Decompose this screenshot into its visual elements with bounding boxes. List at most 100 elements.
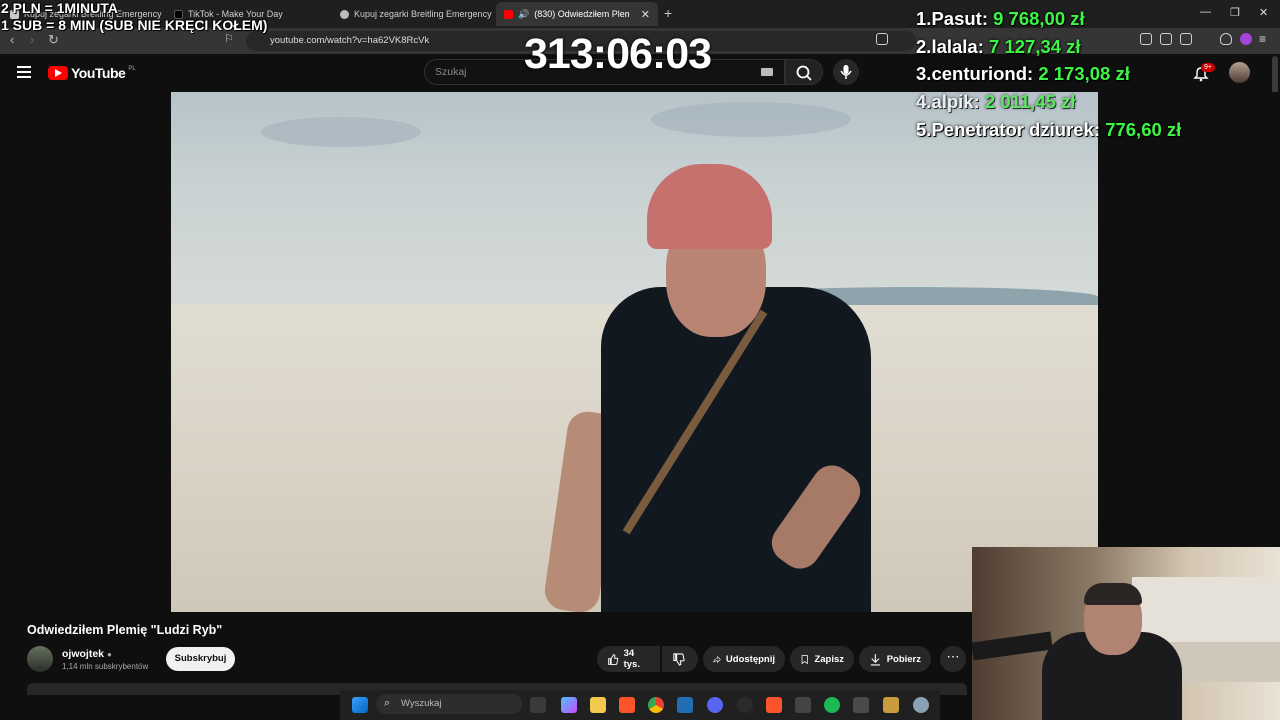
tab-breitling-2[interactable]: Kupuj zegarki Breitling Emergency II — [332, 4, 492, 24]
keyboard-icon[interactable] — [761, 68, 773, 76]
video-title: Odwiedziłem Plemię "Ludzi Ryb" — [27, 623, 223, 637]
right-sidebar-area — [1098, 92, 1280, 547]
webcam-streamer-hair — [1084, 583, 1142, 605]
store-icon[interactable] — [677, 697, 693, 713]
tab-favicon — [340, 9, 349, 19]
close-window-icon[interactable]: ✕ — [1259, 6, 1268, 19]
sidebar-icon[interactable] — [1160, 33, 1172, 45]
copilot-icon[interactable] — [561, 697, 577, 713]
save-button[interactable]: Zapisz — [790, 646, 854, 672]
leaderboard-rank: 4. — [916, 91, 932, 112]
video-frame-cloud — [261, 117, 421, 147]
subathon-timer: 313:06:03 — [524, 30, 712, 78]
browser-menu-icon[interactable]: ≡ — [1259, 32, 1266, 46]
download-button[interactable]: Pobierz — [859, 646, 931, 672]
bookmark-icon[interactable]: ⚐ — [224, 32, 234, 45]
notification-badge: 9+ — [1201, 63, 1215, 72]
leaderboard-entry: 5.Penetrator dziurek: 776,60 zł — [916, 119, 1181, 141]
like-button[interactable]: 34 tys. — [597, 646, 660, 672]
search-icon — [796, 65, 812, 81]
leaderboard-rank: 1. — [916, 8, 932, 29]
settings-gear-icon[interactable] — [913, 697, 929, 713]
thumbs-down-icon — [673, 652, 685, 666]
reload-icon[interactable]: ↻ — [48, 32, 59, 48]
download-label: Pobierz — [886, 653, 921, 665]
video-frame-cloud — [651, 102, 851, 137]
share-button[interactable]: Udostępnij — [703, 646, 785, 672]
leaderboard-name: alpik: — [931, 91, 980, 112]
discord-icon[interactable] — [707, 697, 723, 713]
leaderboard-rank: 3. — [916, 63, 932, 84]
subscribe-button[interactable]: Subskrybuj — [166, 647, 235, 671]
share-label: Udostępnij — [725, 653, 775, 665]
channel-subscriber-count: 1,14 mln subskrybentów — [62, 662, 149, 671]
tab-label: (830) Odwiedziłem Plemię "Ludzi Ryb" — [534, 9, 630, 19]
save-label: Zapisz — [814, 653, 844, 665]
leaderboard-entry: 4.alpik: 2 011,45 zł — [916, 91, 1075, 113]
tab-label: Kupuj zegarki Breitling Emergency II — [354, 9, 492, 19]
speaker-icon: 🔊 — [518, 8, 530, 19]
app-icon[interactable] — [795, 697, 811, 713]
cast-icon[interactable] — [876, 33, 888, 45]
windows-start-icon[interactable] — [352, 697, 368, 713]
youtube-wordmark: YouTube — [71, 65, 126, 81]
hamburger-menu-icon[interactable] — [17, 66, 31, 78]
leaderboard-name: lalala: — [931, 36, 984, 57]
taskbar-search-icon: ⌕ — [384, 697, 391, 709]
leaderboard-entry: 3.centuriond: 2 173,08 zł — [916, 63, 1130, 85]
leaderboard-name: centuriond: — [931, 63, 1034, 84]
youtube-logo[interactable]: YouTube PL — [48, 65, 136, 81]
task-view-icon[interactable] — [530, 697, 546, 713]
minimize-icon[interactable]: — — [1200, 6, 1211, 18]
region-code: PL — [128, 66, 136, 72]
obs-icon[interactable] — [737, 697, 753, 713]
back-icon[interactable]: ‹ — [10, 32, 14, 47]
tab-youtube-active[interactable]: 🔊 (830) Odwiedziłem Plemię "Ludzi Ryb" ✕ — [496, 2, 658, 26]
voice-search-button[interactable] — [833, 59, 859, 85]
channel-name-text: ojwojtek — [62, 648, 105, 660]
leaderboard-amount: 7 127,34 zł — [989, 36, 1081, 57]
leaderboard-name: Pasut: — [931, 8, 988, 29]
youtube-favicon-icon — [504, 9, 513, 19]
leaderboard-amount: 2 011,45 zł — [984, 91, 1076, 112]
youtube-play-icon — [48, 66, 68, 80]
extension-icon[interactable] — [1240, 33, 1252, 45]
restore-icon[interactable]: ❐ — [1230, 6, 1240, 19]
channel-avatar[interactable] — [27, 646, 53, 672]
chrome-icon[interactable] — [648, 697, 664, 713]
user-avatar[interactable] — [1229, 62, 1250, 83]
share-icon — [713, 655, 721, 663]
spotify-icon[interactable] — [824, 697, 840, 713]
new-tab-icon[interactable]: + — [664, 5, 672, 21]
brave-browser-icon[interactable] — [619, 697, 635, 713]
more-actions-icon[interactable]: ⋯ — [940, 646, 966, 672]
video-player[interactable] — [171, 92, 1098, 612]
like-count: 34 tys. — [623, 648, 640, 670]
streamer-webcam — [972, 547, 1280, 720]
calculator-icon[interactable] — [853, 697, 869, 713]
download-icon — [870, 653, 880, 665]
channel-name[interactable]: ojwojtek ● — [62, 648, 112, 660]
search-placeholder: Szukaj — [435, 66, 467, 78]
thumbs-up-icon — [608, 653, 619, 665]
file-explorer-icon[interactable] — [590, 697, 606, 713]
league-client-icon[interactable] — [883, 697, 899, 713]
video-frame-shirt — [601, 287, 871, 612]
close-tab-icon[interactable]: ✕ — [641, 8, 650, 21]
leaderboard-amount: 9 768,00 zł — [993, 8, 1085, 29]
taskbar-search-placeholder: Wyszukaj — [401, 698, 442, 709]
leaderboard-rank: 5. — [916, 119, 932, 140]
shield-icon[interactable] — [1220, 33, 1232, 45]
donation-rule-2: 1 SUB = 8 MIN (SUB NIE KRĘCI KOŁEM) — [1, 17, 268, 33]
music-icon[interactable] — [1140, 33, 1152, 45]
wallet-icon[interactable] — [1180, 33, 1192, 45]
leaderboard-amount: 776,60 zł — [1105, 119, 1182, 140]
dislike-button[interactable] — [662, 646, 698, 672]
search-button[interactable] — [785, 59, 823, 85]
brave-browser-icon-2[interactable] — [766, 697, 782, 713]
forward-icon[interactable]: › — [30, 32, 34, 47]
taskbar-search[interactable]: Wyszukaj — [376, 694, 522, 714]
leaderboard-name: Penetrator dziurek: — [931, 119, 1101, 140]
leaderboard-entry: 2.lalala: 7 127,34 zł — [916, 36, 1081, 58]
url-text: youtube.com/watch?v=ha62VK8RcVk — [270, 35, 430, 46]
